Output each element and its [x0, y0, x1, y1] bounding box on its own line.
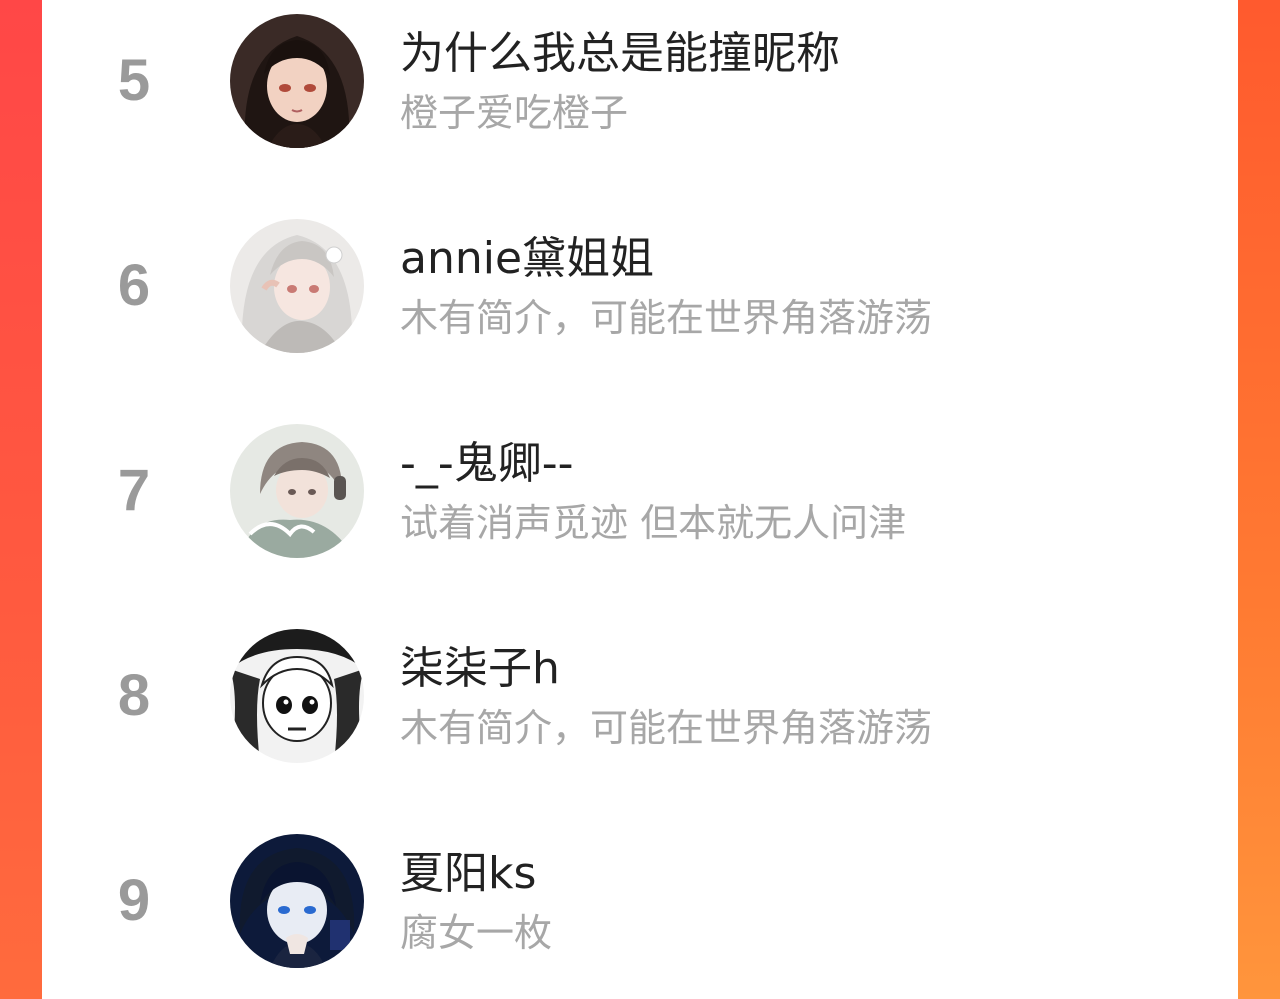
list-item[interactable]: 8 柒柒子h 木有简介，可能在世界角落游荡	[42, 625, 1238, 765]
anime-girl-white-hair-avatar-icon	[230, 219, 364, 353]
avatar[interactable]	[230, 629, 364, 763]
ranking-list: 5 为什么我总是能撞昵称 橙子爱吃橙子 6 annie黛姐姐 木有简介，可能在世…	[42, 0, 1238, 999]
avatar[interactable]	[230, 219, 364, 353]
user-name[interactable]: 柒柒子h	[400, 641, 560, 697]
list-item[interactable]: 9 夏阳ks 腐女一枚	[42, 830, 1238, 970]
avatar[interactable]	[230, 834, 364, 968]
avatar[interactable]	[230, 14, 364, 148]
user-bio: 腐女一枚	[400, 911, 553, 955]
right-gradient-border	[1238, 0, 1280, 999]
user-name[interactable]: -_-鬼卿--	[400, 436, 574, 492]
user-bio: 木有简介，可能在世界角落游荡	[400, 296, 933, 340]
manga-girl-monochrome-avatar-icon	[230, 629, 364, 763]
user-bio: 木有简介，可能在世界角落游荡	[400, 706, 933, 750]
list-item[interactable]: 6 annie黛姐姐 木有简介，可能在世界角落游荡	[42, 215, 1238, 355]
rank-number: 9	[117, 868, 151, 933]
rank-number: 8	[117, 663, 151, 728]
anime-boy-blue-avatar-icon	[230, 834, 364, 968]
list-item[interactable]: 7 -_-鬼卿-- 试着消声觅迹 但本就无人问津	[42, 420, 1238, 560]
anime-boy-headphones-avatar-icon	[230, 424, 364, 558]
user-name[interactable]: annie黛姐姐	[400, 231, 654, 287]
user-name[interactable]: 为什么我总是能撞昵称	[400, 26, 840, 82]
rank-number: 6	[117, 253, 151, 318]
user-name[interactable]: 夏阳ks	[400, 846, 536, 902]
rank-number: 5	[117, 48, 151, 113]
user-bio: 橙子爱吃橙子	[400, 91, 629, 135]
rank-number: 7	[117, 458, 151, 523]
anime-girl-dark-hair-avatar-icon	[230, 14, 364, 148]
avatar[interactable]	[230, 424, 364, 558]
left-gradient-border	[0, 0, 42, 999]
user-bio: 试着消声觅迹 但本就无人问津	[400, 501, 907, 545]
list-item[interactable]: 5 为什么我总是能撞昵称 橙子爱吃橙子	[42, 10, 1238, 150]
